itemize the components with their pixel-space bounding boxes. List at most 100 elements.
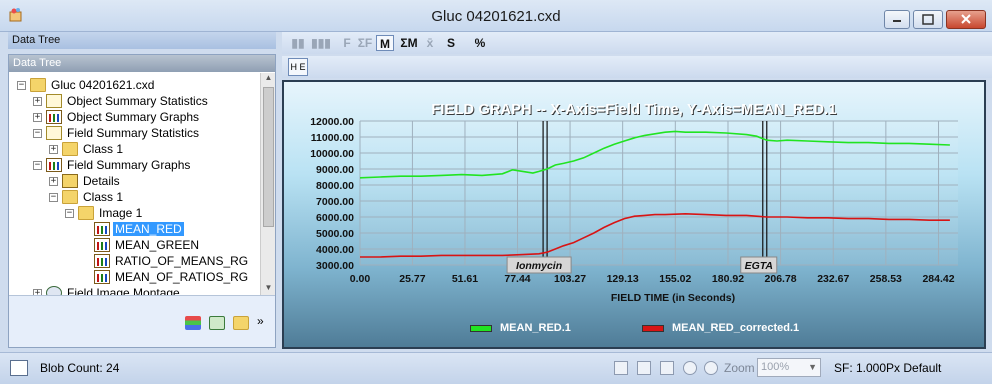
tree-item-label: Gluc 04201621.cxd [51,78,155,92]
legend-label: MEAN_RED_corrected.1 [672,322,800,334]
tree-item-label: RATIO_OF_MEANS_RG [115,254,249,268]
collapse-icon[interactable]: − [49,192,58,202]
tree-item[interactable]: + Details [49,173,122,189]
x-tick-label: 0.00 [350,273,371,285]
tree-item-label: MEAN_RED [113,222,184,236]
sum-m-button[interactable]: ΣM [398,35,420,51]
graph-icon [94,238,110,252]
tree-item-label: Image 1 [99,206,143,220]
tree-item[interactable]: − Gluc 04201621.cxd [17,77,156,93]
color-channels-icon[interactable] [185,316,201,330]
zoom-value: 100% [761,361,790,373]
expand-icon[interactable]: + [49,144,58,154]
zoom-select[interactable]: 100% ▼ [757,358,821,377]
tree-item[interactable]: + Object Summary Statistics [33,93,210,109]
tree-item[interactable]: MEAN_GREEN [81,237,201,253]
y-tick-label: 7000.00 [316,196,354,208]
collapse-icon[interactable]: − [33,160,42,170]
maximize-button[interactable] [913,10,943,29]
graph-icon [46,110,62,124]
graph-toolbar: ▮▮ ▮▮▮ F ΣF M ΣM x̄ S% [282,32,992,54]
y-tick-label: 12000.00 [310,116,354,128]
legend-item-mean-red-corrected: MEAN_RED_corrected.1 [642,322,799,334]
scroll-up-icon[interactable]: ▲ [261,73,276,86]
folder-icon [62,142,78,156]
minimize-button[interactable] [884,10,910,29]
tree-item[interactable]: MEAN_RED [81,221,184,237]
tree-scrollbar[interactable]: ▲ ▼ [260,73,275,296]
folder-icon [30,78,46,92]
tree-item[interactable]: − Image 1 [65,205,144,221]
x-tick-label: 258.53 [870,273,902,285]
expand-icon[interactable]: + [33,96,42,106]
x-tick-label: 155.02 [659,273,691,285]
scale-factor: SF: 1.000Px Default [834,361,942,375]
details-icon [62,174,78,188]
graph-icon [94,254,110,268]
x-tick-label: 284.42 [922,273,954,285]
f-button[interactable]: F [340,35,354,51]
expand-icon[interactable]: + [33,112,42,122]
statistics-icon [46,126,62,140]
scroll-thumb[interactable] [263,87,274,227]
blob-count: Blob Count: 24 [40,361,120,375]
tree-item-label: MEAN_GREEN [115,238,200,252]
grid-toggle-button[interactable]: H E [288,58,308,76]
y-tick-label: 3000.00 [316,260,354,272]
mean-button[interactable]: x̄ [422,35,438,51]
collapse-icon[interactable]: − [65,208,74,218]
tree-item[interactable]: + Class 1 [49,141,125,157]
percent-button[interactable]: % [472,35,488,51]
chart-icon[interactable] [637,361,651,375]
data-tree-panel: Data Tree − Gluc 04201621.cxd + Object Summ… [8,54,276,348]
collapse-icon[interactable]: − [33,128,42,138]
more-options-icon[interactable]: » [257,314,264,328]
tree-item[interactable]: − Field Summary Graphs [33,157,192,173]
annotation-label: Ionmycin [516,260,562,272]
legend-swatch-green [470,324,492,332]
zoom-in-icon[interactable] [704,361,718,375]
data-tree-header: Data Tree [9,55,275,72]
close-button[interactable] [946,10,986,29]
graph-icon [94,222,110,236]
close-icon [961,14,971,24]
sum-f-button[interactable]: ΣF [356,35,374,51]
graph-icon [46,158,62,172]
zoom-out-icon[interactable] [683,361,697,375]
export-icon[interactable] [614,361,628,375]
y-tick-label: 10000.00 [310,148,354,160]
tree-item[interactable]: RATIO_OF_MEANS_RG [81,253,250,269]
graph-icon [94,270,110,284]
legend-label: MEAN_RED.1 [500,322,571,334]
collapse-icon[interactable]: − [17,80,26,90]
tree-item-label: Field Summary Statistics [67,126,200,140]
folder-icon [62,190,78,204]
expand-icon[interactable]: + [49,176,58,186]
tree-item[interactable]: + Object Summary Graphs [33,109,201,125]
tree-item-label: Class 1 [83,142,124,156]
window-layout-icon[interactable] [10,360,28,376]
tree-item[interactable]: − Class 1 [49,189,125,205]
legend-swatch-red [642,324,664,332]
image-export-icon[interactable] [209,316,225,330]
bar-chart-2-icon[interactable]: ▮▮▮ [310,35,332,51]
picture-icon[interactable] [660,361,674,375]
x-tick-label: 180.92 [712,273,744,285]
y-tick-label: 6000.00 [316,212,354,224]
x-tick-label: 77.44 [504,273,530,285]
chart-plot: 3000.00 4000.00 5000.00 6000.00 7000.00 8000.… [310,116,958,304]
bar-chart-icon[interactable]: ▮▮ [290,35,306,51]
minimize-icon [893,20,901,22]
m-button[interactable]: M [376,35,394,51]
tree-item-label: Details [83,174,120,188]
data-tree-tab[interactable]: Data Tree [8,32,276,49]
tree-item[interactable]: − Field Summary Statistics [33,125,201,141]
folder-icon[interactable] [233,316,249,330]
tree-item-label: Class 1 [83,190,124,204]
tree-item-label: Field Summary Graphs [67,158,191,172]
tree-item-label: MEAN_OF_RATIOS_RG [115,270,249,284]
x-tick-label: 129.13 [607,273,639,285]
tree-item[interactable]: MEAN_OF_RATIOS_RG [81,269,250,285]
x-axis-title: FIELD TIME (in Seconds) [611,292,735,304]
s-button[interactable]: S [444,35,458,51]
